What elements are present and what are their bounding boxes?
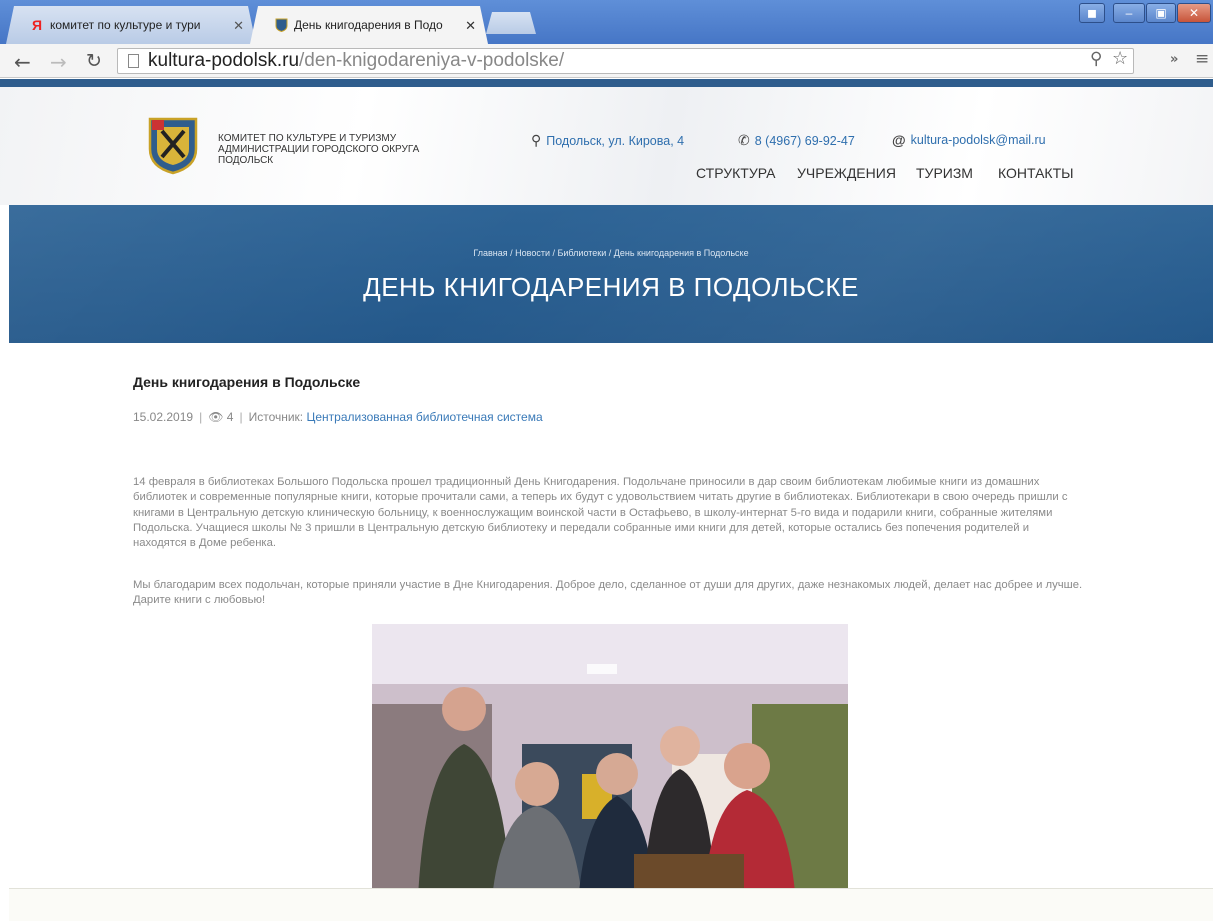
tab-title: День книгодарения в Подо bbox=[294, 18, 443, 32]
close-tab-icon[interactable]: ✕ bbox=[233, 18, 244, 34]
tab-yandex[interactable]: Я комитет по культуре и тури ✕ bbox=[6, 6, 256, 44]
email-text: kultura-podolsk@mail.ru bbox=[910, 133, 1046, 147]
browser-toolbar: ← → ↻ kultura-podolsk.ru/den-knigodareni… bbox=[0, 44, 1213, 78]
address-text: Подольск, ул. Кирова, 4 bbox=[546, 133, 685, 148]
page-icon bbox=[128, 54, 139, 68]
back-arrow-icon[interactable]: ← bbox=[14, 50, 31, 74]
article-photo bbox=[372, 624, 848, 921]
organization-name[interactable]: КОМИТЕТ ПО КУЛЬТУРЕ И ТУРИЗМУ АДМИНИСТРА… bbox=[218, 133, 458, 166]
extensions-overflow-icon[interactable]: » bbox=[1170, 52, 1178, 67]
url-host: kultura-podolsk.ru bbox=[148, 50, 300, 71]
crest-icon bbox=[274, 18, 288, 32]
page-title: ДЕНЬ КНИГОДАРЕНИЯ В ПОДОЛЬСКЕ bbox=[363, 272, 859, 302]
phone-link[interactable]: ✆ 8 (4967) 69-92-47 bbox=[738, 132, 855, 149]
article-meta: 15.02.2019 | 👁 4 | Источник: Централизованна… bbox=[133, 410, 543, 424]
browser-tab-strip: Я комитет по культуре и тури ✕ День книг… bbox=[0, 0, 1213, 44]
breadcrumb[interactable]: Главная / Новости / Библиотеки / День кн… bbox=[9, 248, 1213, 258]
map-pin-icon: ⚲ bbox=[531, 132, 542, 148]
phone-text: 8 (4967) 69-92-47 bbox=[754, 133, 855, 148]
email-link[interactable]: @ kultura-podolsk@mail.ru bbox=[892, 132, 1046, 148]
address-bar[interactable]: kultura-podolsk.ru/den-knigodareniya-v-p… bbox=[117, 48, 1134, 74]
close-window-button[interactable]: ✕ bbox=[1177, 3, 1211, 23]
views-count: 4 bbox=[226, 410, 234, 424]
zoom-icon[interactable]: ⚲ bbox=[1090, 49, 1102, 69]
new-tab-button[interactable] bbox=[486, 12, 536, 34]
article-paragraph: Мы благодарим всех подольчан, которые пр… bbox=[133, 579, 1083, 607]
nav-tourism[interactable]: ТУРИЗМ bbox=[916, 165, 973, 181]
site-header: КОМИТЕТ ПО КУЛЬТУРЕ И ТУРИЗМУ АДМИНИСТРА… bbox=[0, 79, 1213, 205]
coat-of-arms-logo[interactable] bbox=[147, 115, 199, 175]
nav-contacts[interactable]: КОНТАКТЫ bbox=[998, 165, 1074, 181]
tab-active-article[interactable]: День книгодарения в Подо ✕ bbox=[250, 6, 488, 44]
tab-title: комитет по культуре и тури bbox=[50, 18, 201, 32]
bookmark-star-icon[interactable]: ☆ bbox=[1112, 48, 1128, 69]
menu-icon[interactable]: ≡ bbox=[1195, 49, 1209, 69]
article-paragraph: 14 февраля в библиотеках Большого Подоль… bbox=[133, 476, 1068, 550]
nav-structure[interactable]: СТРУКТУРА bbox=[696, 165, 775, 181]
at-sign-icon: @ bbox=[892, 132, 906, 148]
source-link[interactable]: Централизованная библиотечная система bbox=[306, 410, 542, 424]
page-banner: Главная / Новости / Библиотеки / День кн… bbox=[9, 205, 1213, 343]
yandex-icon: Я bbox=[31, 17, 43, 33]
minimize-button[interactable]: – bbox=[1113, 3, 1145, 23]
url-path: /den-knigodareniya-v-podolske/ bbox=[299, 50, 565, 71]
forward-arrow-icon[interactable]: → bbox=[50, 50, 67, 74]
reload-icon[interactable]: ↻ bbox=[86, 50, 102, 72]
user-icon[interactable]: ◼ bbox=[1079, 3, 1105, 23]
article-date: 15.02.2019 bbox=[133, 410, 194, 424]
views-icon: 👁 bbox=[208, 410, 224, 424]
page-bottom-bar bbox=[9, 888, 1213, 921]
close-tab-icon[interactable]: ✕ bbox=[465, 18, 476, 34]
article-title: День книгодарения в Подольске bbox=[133, 374, 361, 390]
phone-icon: ✆ bbox=[738, 132, 750, 148]
source-label: Источник: bbox=[248, 410, 304, 424]
maximize-button[interactable]: ▣ bbox=[1146, 3, 1176, 23]
nav-institutions[interactable]: УЧРЕЖДЕНИЯ bbox=[797, 165, 896, 181]
address-link[interactable]: ⚲ Подольск, ул. Кирова, 4 bbox=[531, 132, 684, 149]
